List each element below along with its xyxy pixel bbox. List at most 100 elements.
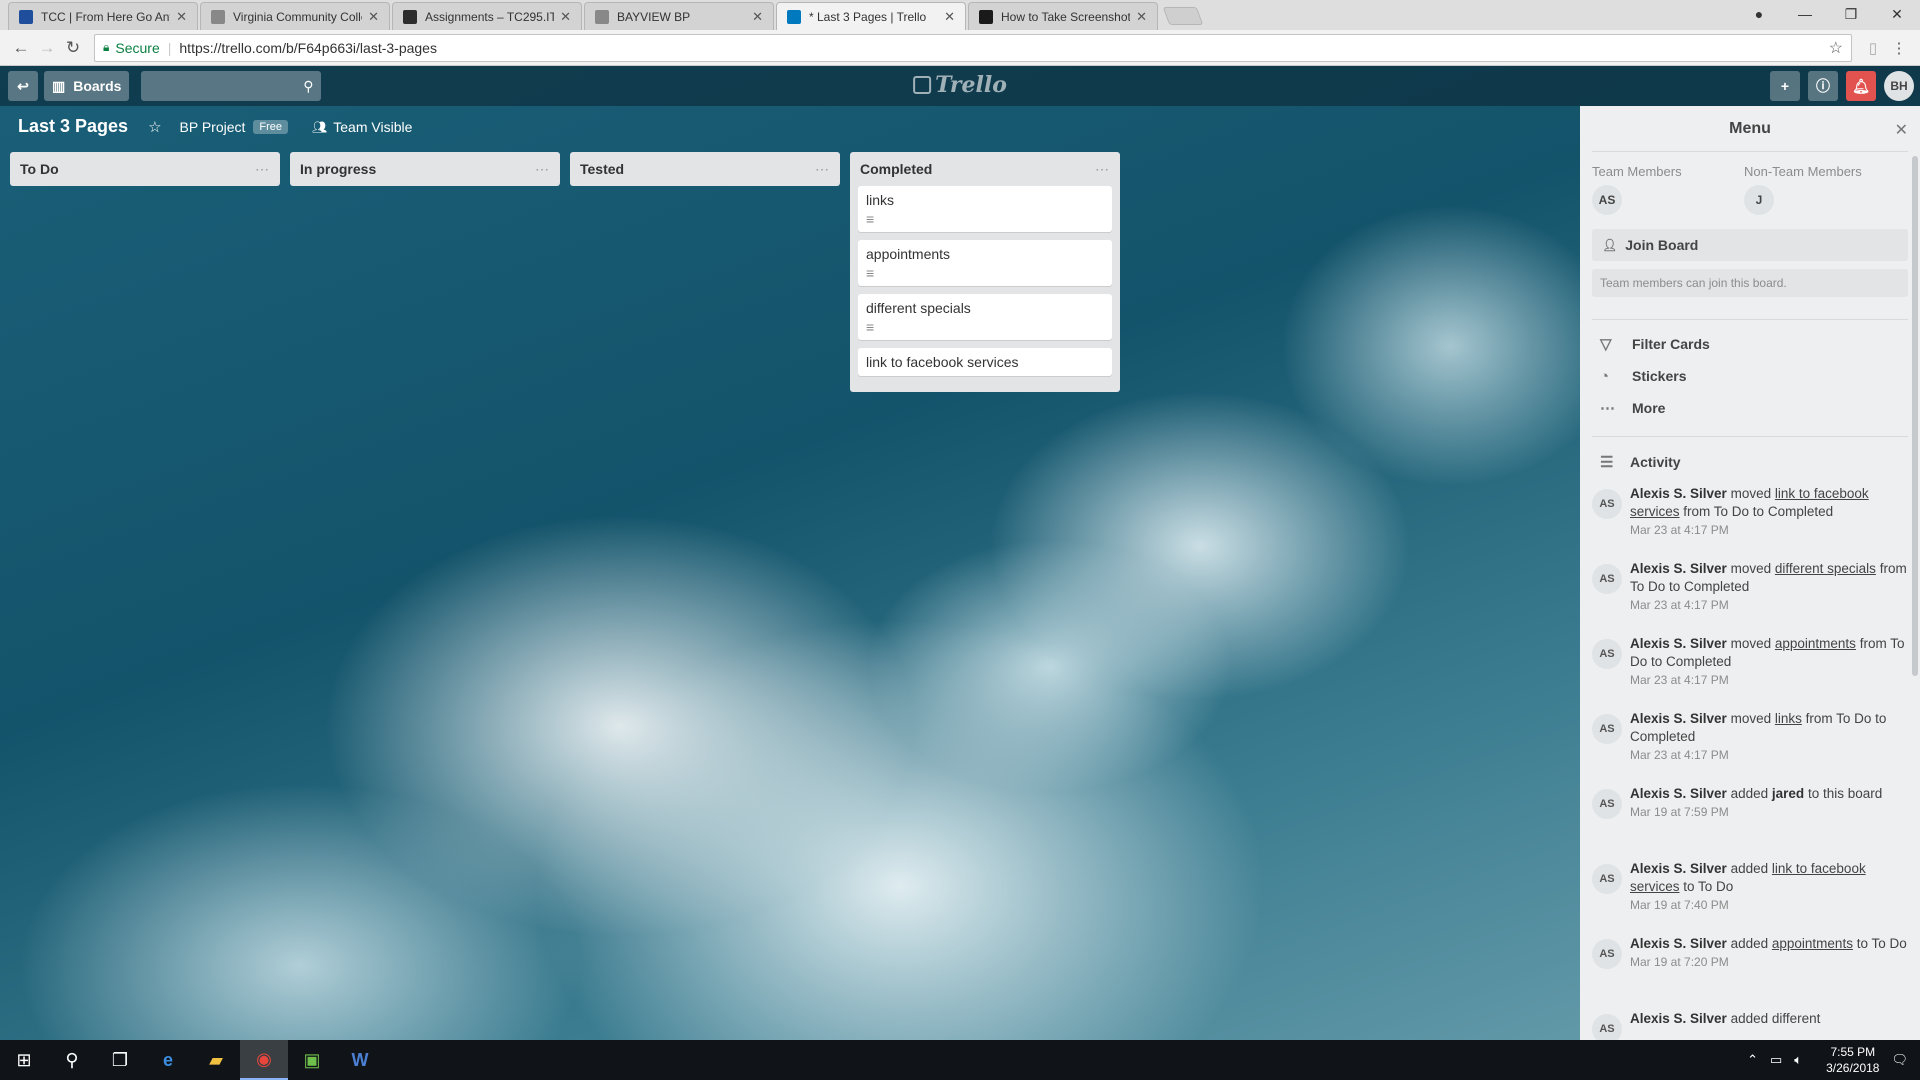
notifications-icon[interactable]: 🗨︎ [1891, 1052, 1908, 1068]
chrome-menu-icon[interactable]: ⋮ [1886, 39, 1912, 57]
menu-item-filter-cards[interactable]: ▽ Filter Cards [1580, 328, 1920, 360]
list-title[interactable]: To Do [20, 161, 59, 177]
activity-date[interactable]: Mar 19 at 7:40 PM [1630, 896, 1908, 914]
maximize-button[interactable]: ❐ [1828, 6, 1874, 23]
browser-tab[interactable]: How to Take Screenshots ✕ [968, 2, 1158, 30]
activity-avatar[interactable]: AS [1592, 564, 1622, 594]
browser-tab[interactable]: Virginia Community Colle ✕ [200, 2, 390, 30]
activity-card-link[interactable]: appointments [1775, 636, 1856, 651]
card[interactable]: link to facebook services [858, 348, 1112, 376]
add-button[interactable]: + [1770, 71, 1800, 101]
activity-avatar[interactable]: AS [1592, 1014, 1622, 1040]
trello-logo[interactable]: Trello [913, 72, 1007, 98]
boards-button[interactable]: ▥ Boards [44, 71, 130, 101]
activity-date[interactable]: Mar 19 at 7:59 PM [1630, 803, 1882, 821]
close-window-button[interactable]: ✕ [1874, 6, 1920, 23]
reload-icon[interactable]: ↻ [60, 38, 86, 58]
activity-avatar[interactable]: AS [1592, 714, 1622, 744]
tab-close-icon[interactable]: ✕ [752, 9, 763, 25]
activity-card-link[interactable]: different specials [1775, 561, 1876, 576]
member-avatar[interactable]: J [1744, 185, 1774, 215]
file-explorer-icon[interactable]: ▰ [192, 1040, 240, 1080]
activity-user[interactable]: Alexis S. Silver [1630, 861, 1727, 876]
forward-icon[interactable]: → [34, 38, 60, 58]
join-board-button[interactable]: 👤︎ Join Board [1592, 229, 1908, 261]
activity-user[interactable]: Alexis S. Silver [1630, 486, 1727, 501]
activity-user[interactable]: Alexis S. Silver [1630, 1011, 1727, 1026]
activity-user[interactable]: Alexis S. Silver [1630, 936, 1727, 951]
edge-icon[interactable]: e [144, 1040, 192, 1080]
activity-card-link[interactable]: appointments [1772, 936, 1853, 951]
app-icon[interactable]: ▣ [288, 1040, 336, 1080]
bookmark-star-icon[interactable]: ☆ [1829, 38, 1843, 58]
activity-card-link[interactable]: links [1775, 711, 1802, 726]
tab-close-icon[interactable]: ✕ [368, 9, 379, 25]
list-title[interactable]: In progress [300, 161, 376, 177]
activity-date[interactable]: Mar 23 at 4:17 PM [1630, 521, 1908, 539]
menu-item-stickers[interactable]: ◔ Stickers [1580, 360, 1920, 392]
new-tab-button[interactable] [1162, 7, 1204, 25]
extension-icon[interactable]: ▯ [1860, 39, 1886, 57]
activity-verb: moved [1730, 486, 1772, 501]
board-team[interactable]: BP Project [180, 119, 246, 135]
card[interactable]: different specials ≡ [858, 294, 1112, 340]
minimize-button[interactable]: — [1782, 6, 1828, 22]
menu-scrollbar[interactable] [1912, 156, 1918, 676]
close-icon[interactable]: ✕ [1895, 120, 1908, 140]
search-icon[interactable]: ⚲ [48, 1040, 96, 1080]
user-avatar[interactable]: BH [1884, 71, 1914, 101]
visibility-button[interactable]: 👥︎ Team Visible [312, 119, 412, 135]
tab-close-icon[interactable]: ✕ [944, 9, 955, 25]
word-icon[interactable]: W [336, 1040, 384, 1080]
back-icon[interactable]: ← [8, 38, 34, 58]
activity-avatar[interactable]: AS [1592, 789, 1622, 819]
search-input[interactable]: ⚲ [141, 71, 322, 101]
notifications-button[interactable]: 🔔︎ [1846, 71, 1876, 101]
list-menu-icon[interactable]: ⋯ [535, 161, 550, 178]
info-button[interactable]: ⓘ [1808, 71, 1838, 101]
list-menu-icon[interactable]: ⋯ [815, 161, 830, 178]
start-icon[interactable]: ⊞ [0, 1040, 48, 1080]
omnibox-separator: | [167, 39, 172, 56]
list-menu-icon[interactable]: ⋯ [255, 161, 270, 178]
activity-verb: moved [1730, 711, 1772, 726]
tab-close-icon[interactable]: ✕ [176, 9, 187, 25]
url-input[interactable]: 🔒︎ Secure | https://trello.com/b/F64p663… [94, 33, 1852, 62]
activity-user[interactable]: Alexis S. Silver [1630, 786, 1727, 801]
activity-user[interactable]: Alexis S. Silver [1630, 636, 1727, 651]
tab-title: How to Take Screenshots [1001, 9, 1131, 24]
browser-tab[interactable]: BAYVIEW BP ✕ [584, 2, 774, 30]
member-avatar[interactable]: AS [1592, 185, 1622, 215]
list-title[interactable]: Tested [580, 161, 624, 177]
list-menu-icon[interactable]: ⋯ [1095, 161, 1110, 178]
browser-tab[interactable]: * Last 3 Pages | Trello ✕ [776, 2, 966, 30]
browser-tab[interactable]: Assignments – TC295.ITC ✕ [392, 2, 582, 30]
activity-user[interactable]: Alexis S. Silver [1630, 711, 1727, 726]
card[interactable]: links ≡ [858, 186, 1112, 232]
volume-icon[interactable]: 🔈︎ [1794, 1052, 1802, 1068]
home-button[interactable]: ↩ [8, 71, 38, 101]
browser-tab[interactable]: TCC | From Here Go Any ✕ [8, 2, 198, 30]
activity-date[interactable]: Mar 23 at 4:17 PM [1630, 671, 1908, 689]
network-icon[interactable]: ▭ [1770, 1052, 1782, 1068]
activity-avatar[interactable]: AS [1592, 639, 1622, 669]
list-title[interactable]: Completed [860, 161, 932, 177]
activity-avatar[interactable]: AS [1592, 939, 1622, 969]
activity-date[interactable]: Mar 23 at 4:17 PM [1630, 746, 1908, 764]
tab-close-icon[interactable]: ✕ [1136, 9, 1147, 25]
activity-avatar[interactable]: AS [1592, 864, 1622, 894]
profile-icon[interactable]: ● [1736, 6, 1782, 22]
card[interactable]: appointments ≡ [858, 240, 1112, 286]
star-board-icon[interactable]: ☆ [148, 118, 161, 136]
menu-item-more[interactable]: ⋯ More [1580, 392, 1920, 424]
activity-date[interactable]: Mar 19 at 7:20 PM [1630, 953, 1907, 971]
tray-chevron-icon[interactable]: ⌃ [1747, 1052, 1758, 1068]
activity-date[interactable]: Mar 23 at 4:17 PM [1630, 596, 1908, 614]
task-view-icon[interactable]: ❐ [96, 1040, 144, 1080]
activity-avatar[interactable]: AS [1592, 489, 1622, 519]
clock[interactable]: 7:55 PM 3/26/2018 [1826, 1044, 1879, 1076]
chrome-icon[interactable]: ◉ [240, 1040, 288, 1080]
activity-user[interactable]: Alexis S. Silver [1630, 561, 1727, 576]
board-title[interactable]: Last 3 Pages [18, 116, 128, 137]
tab-close-icon[interactable]: ✕ [560, 9, 571, 25]
